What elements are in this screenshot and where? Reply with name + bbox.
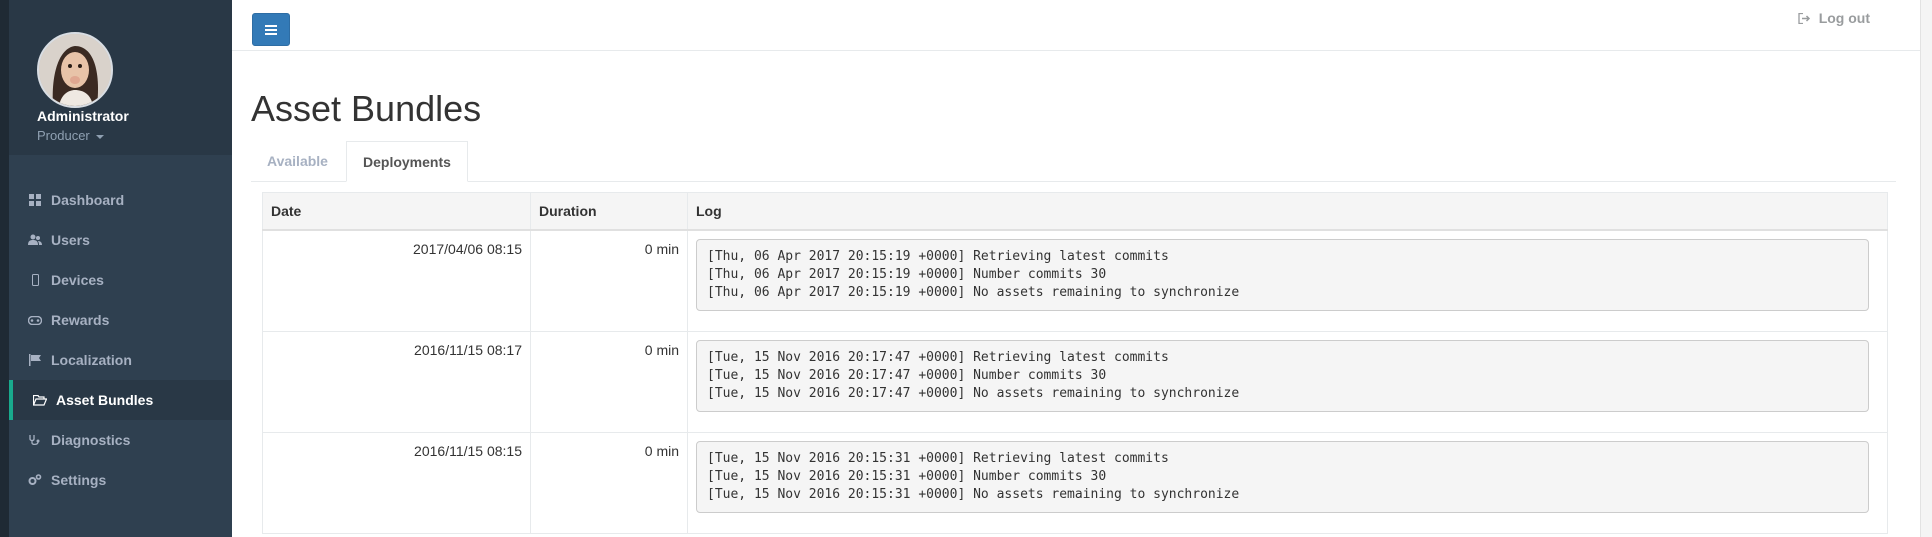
log-line: [Tue, 15 Nov 2016 20:17:47 +0000] No ass… [707, 385, 1240, 401]
sidebar-item-label: Asset Bundles [56, 392, 154, 408]
cell-date: 2017/04/06 08:15 [262, 229, 531, 332]
sidebar-item-settings[interactable]: Settings [9, 460, 232, 500]
dashboard-icon [27, 194, 43, 206]
log-block: [Tue, 15 Nov 2016 20:15:31 +0000] Retrie… [696, 440, 1869, 513]
main-content: Log out Asset Bundles Available Deployme… [232, 0, 1920, 537]
logout-label: Log out [1818, 10, 1870, 26]
folder-open-icon [32, 394, 48, 406]
profile-panel: Administrator Producer [9, 0, 232, 155]
logout-link[interactable]: Log out [1798, 10, 1870, 26]
sidebar-item-diagnostics[interactable]: Diagnostics [9, 420, 232, 460]
log-line: [Thu, 06 Apr 2017 20:15:19 +0000] Number… [707, 267, 1107, 282]
sidebar-nav: Dashboard Users Devices Rewards Localiza… [9, 155, 232, 500]
log-line: [Tue, 15 Nov 2016 20:17:47 +0000] Number… [707, 367, 1107, 383]
table-header-row: Date Duration Log [262, 192, 1888, 231]
profile-role-label: Producer [37, 128, 90, 143]
log-block: [Tue, 15 Nov 2016 20:17:47 +0000] Retrie… [696, 339, 1869, 412]
cell-date: 2016/11/15 08:15 [262, 431, 531, 534]
avatar[interactable] [37, 32, 113, 108]
log-line: [Tue, 15 Nov 2016 20:15:31 +0000] Number… [707, 468, 1107, 484]
cell-log: [Tue, 15 Nov 2016 20:17:47 +0000] Retrie… [687, 330, 1888, 433]
profile-name: Administrator [37, 108, 129, 124]
page-scrollbar[interactable] [1920, 0, 1932, 537]
sidebar-item-label: Rewards [51, 312, 110, 328]
sidebar-item-asset-bundles[interactable]: Asset Bundles [9, 380, 232, 420]
sidebar-item-label: Settings [51, 472, 107, 488]
log-line: [Thu, 06 Apr 2017 20:15:19 +0000] Retrie… [707, 249, 1169, 264]
users-icon [27, 234, 43, 246]
sidebar-item-users[interactable]: Users [9, 220, 232, 260]
log-line: [Tue, 15 Nov 2016 20:15:31 +0000] Retrie… [707, 450, 1169, 466]
sidebar-item-localization[interactable]: Localization [9, 340, 232, 380]
table-row: 2016/11/15 08:17 0 min [Tue, 15 Nov 2016… [262, 330, 1888, 433]
sidebar-item-label: Localization [51, 352, 132, 368]
cell-log: [Tue, 15 Nov 2016 20:15:31 +0000] Retrie… [687, 431, 1888, 534]
sidebar-item-dashboard[interactable]: Dashboard [9, 180, 232, 220]
sidebar-item-rewards[interactable]: Rewards [9, 300, 232, 340]
flag-icon [27, 354, 43, 366]
sidebar-item-label: Devices [51, 272, 104, 288]
tab-bar: Available Deployments [251, 141, 1896, 182]
gamepad-icon [27, 315, 43, 325]
page-title: Asset Bundles [251, 88, 482, 129]
cell-duration: 0 min [530, 229, 688, 332]
sidebar-item-devices[interactable]: Devices [9, 260, 232, 300]
cogs-icon [27, 474, 43, 486]
top-bar: Log out [232, 0, 1920, 51]
caret-down-icon [95, 134, 104, 139]
log-line: [Tue, 15 Nov 2016 20:17:47 +0000] Retrie… [707, 349, 1169, 365]
sidebar-item-label: Dashboard [51, 192, 125, 208]
cell-duration: 0 min [530, 431, 688, 534]
window-edge [0, 0, 9, 537]
cell-log: [Thu, 06 Apr 2017 20:15:19 +0000] Retrie… [687, 229, 1888, 332]
table-row: 2016/11/15 08:15 0 min [Tue, 15 Nov 2016… [262, 431, 1888, 534]
hamburger-icon [265, 24, 277, 35]
log-line: [Tue, 15 Nov 2016 20:15:31 +0000] No ass… [707, 486, 1240, 502]
mobile-icon [27, 274, 43, 286]
cell-date: 2016/11/15 08:17 [262, 330, 531, 433]
profile-role-dropdown[interactable]: Producer [37, 128, 104, 143]
deployments-table: Date Duration Log 2017/04/06 08:15 0 min… [262, 192, 1888, 534]
column-header-log[interactable]: Log [687, 192, 1888, 231]
tab-available[interactable]: Available [251, 141, 344, 181]
log-block: [Thu, 06 Apr 2017 20:15:19 +0000] Retrie… [696, 239, 1869, 311]
sidebar: Administrator Producer Dashboard Users D… [9, 0, 232, 537]
column-header-date[interactable]: Date [262, 192, 531, 231]
sidebar-item-label: Users [51, 232, 90, 248]
tab-deployments[interactable]: Deployments [346, 141, 468, 182]
log-line: [Thu, 06 Apr 2017 20:15:19 +0000] No ass… [707, 285, 1240, 300]
sidebar-toggle-button[interactable] [252, 13, 290, 46]
cell-duration: 0 min [530, 330, 688, 433]
stethoscope-icon [27, 434, 43, 446]
table-row: 2017/04/06 08:15 0 min [Thu, 06 Apr 2017… [262, 229, 1888, 332]
column-header-duration[interactable]: Duration [530, 192, 688, 231]
sign-out-icon [1798, 12, 1810, 24]
sidebar-item-label: Diagnostics [51, 432, 131, 448]
